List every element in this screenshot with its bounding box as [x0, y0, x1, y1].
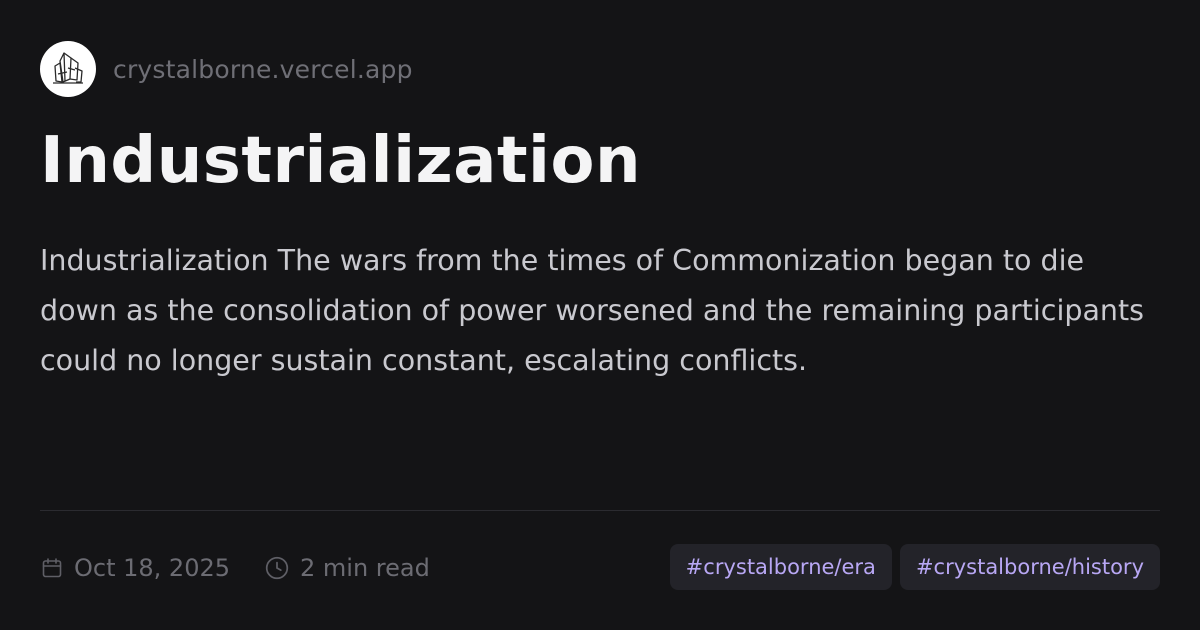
crystal-cluster-icon	[40, 41, 96, 97]
divider	[40, 510, 1160, 511]
post-date: Oct 18, 2025	[40, 554, 230, 582]
tag-era[interactable]: #crystalborne/era	[669, 544, 892, 590]
post-description: Industrialization The wars from the time…	[40, 244, 1144, 377]
calendar-icon	[40, 556, 64, 580]
post-meta: Oct 18, 2025 2 min read	[40, 548, 430, 588]
date-text: Oct 18, 2025	[74, 554, 230, 582]
read-time: 2 min read	[264, 554, 430, 582]
site-header: crystalborne.vercel.app	[40, 41, 413, 97]
page-title: Industrialization	[40, 124, 641, 198]
site-name[interactable]: crystalborne.vercel.app	[113, 55, 413, 84]
tag-history[interactable]: #crystalborne/history	[899, 544, 1160, 590]
read-time-text: 2 min read	[300, 554, 430, 582]
clock-icon	[264, 555, 290, 581]
tag-list: #crystalborne/era #crystalborne/history	[669, 544, 1160, 590]
